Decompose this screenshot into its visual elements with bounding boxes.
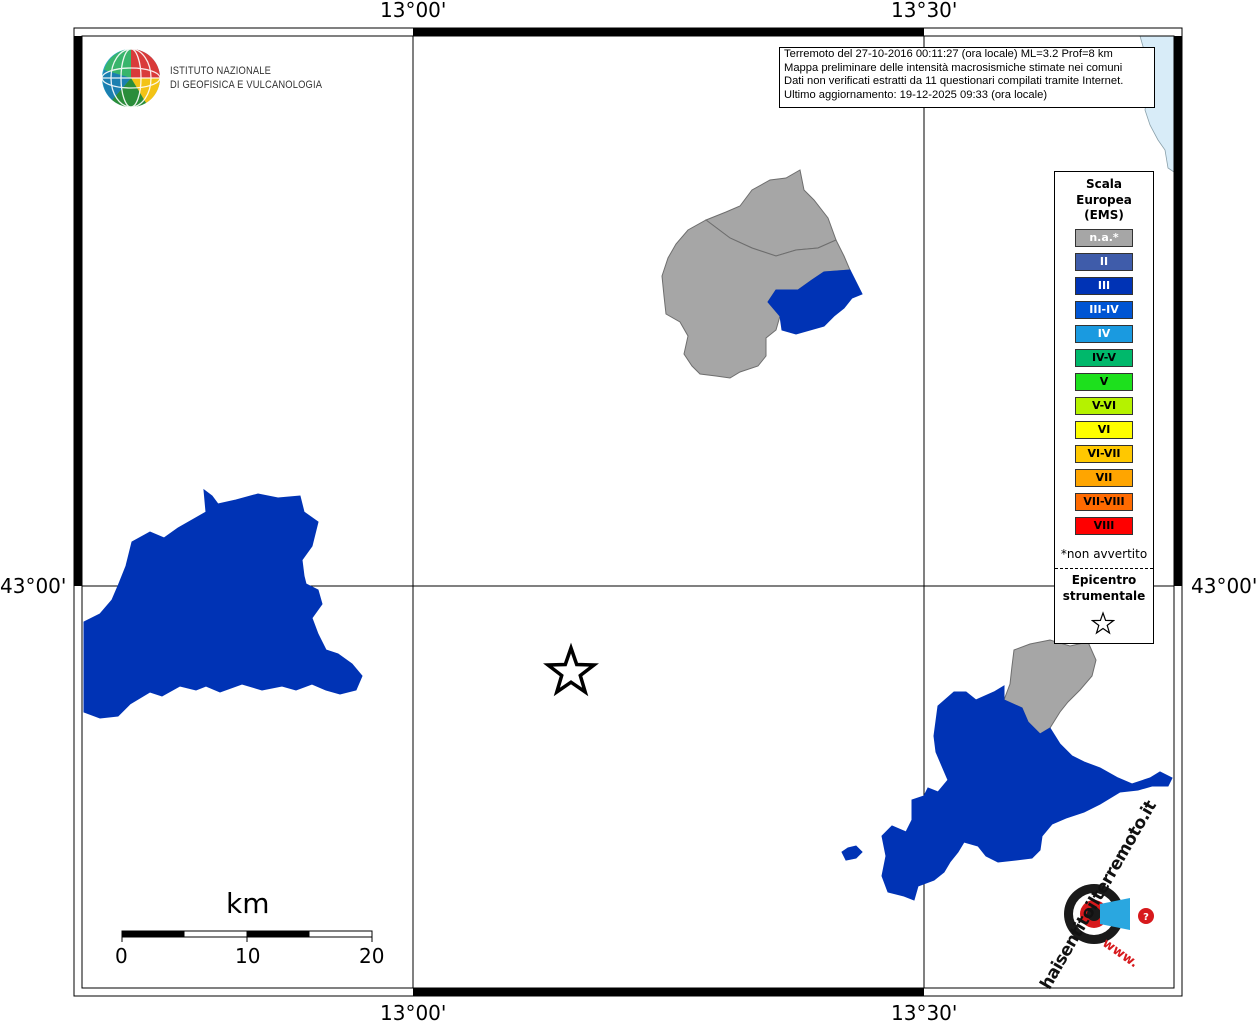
legend-item: VII-VIII — [1075, 493, 1133, 511]
legend-item: VIII — [1075, 517, 1133, 535]
info-line-3: Dati non verificati estratti da 11 quest… — [784, 75, 1124, 88]
ingv-line-1: ISTITUTO NAZIONALE — [170, 65, 272, 77]
scale-tick-10: 10 — [235, 944, 261, 968]
legend-item: IV — [1075, 325, 1133, 343]
legend-item: V-VI — [1075, 397, 1133, 415]
legend-item: III-IV — [1075, 301, 1133, 319]
ingv-line-2: DI GEOFISICA E VULCANOLOGIA — [170, 79, 323, 91]
ems-legend: Scala Europea (EMS) n.a.* II III III-IV IV IV… — [1054, 171, 1154, 644]
legend-title-3: (EMS) — [1084, 208, 1124, 222]
municipality-west-III — [83, 488, 363, 719]
legend-item: VI — [1075, 421, 1133, 439]
epicentre-star-icon — [543, 642, 599, 697]
scale-unit: km — [226, 887, 270, 920]
ingv-logo-text: ISTITUTO NAZIONALE DI GEOFISICA E VULCAN… — [170, 64, 322, 92]
legend-title-1: Scala — [1085, 177, 1123, 191]
legend-title: Scala Europea (EMS) — [1055, 177, 1153, 224]
event-info-box: Terremoto del 27-10-2016 00:11:27 (ora l… — [779, 47, 1155, 108]
scale-tick-0: 0 — [115, 944, 128, 968]
right-latitude: 43°00' — [1191, 574, 1256, 598]
legend-items: n.a.* II III III-IV IV IV-V V V-VI VI VI-VII VII VI… — [1075, 229, 1133, 541]
legend-item: II — [1075, 253, 1133, 271]
legend-item: VI-VII — [1075, 445, 1133, 463]
legend-item: V — [1075, 373, 1133, 391]
svg-text:?: ? — [1143, 912, 1149, 923]
legend-not-felt-note: *non avvertito — [1060, 547, 1148, 561]
frame-block-left — [74, 36, 82, 586]
legend-item: VII — [1075, 469, 1133, 487]
legend-separator — [1055, 568, 1153, 569]
ingv-logo-icon — [101, 48, 161, 108]
bottom-right-longitude: 13°30' — [891, 1001, 958, 1025]
legend-epicentre-2: strumentale — [1062, 589, 1146, 603]
legend-star-icon — [1091, 611, 1115, 635]
frame-block-bottom — [413, 988, 924, 996]
legend-item: III — [1075, 277, 1133, 295]
scale-tick-20: 20 — [359, 944, 385, 968]
top-right-longitude: 13°30' — [891, 0, 958, 22]
frame-block-top — [413, 28, 924, 36]
info-line-2: Mappa preliminare delle intensità macros… — [784, 61, 1123, 74]
scale-bar — [121, 930, 373, 942]
info-line-4: Ultimo aggiornamento: 19-12-2025 09:33 (… — [784, 88, 1048, 101]
legend-epicentre-label: Epicentro strumentale — [1055, 572, 1153, 604]
left-latitude: 43°00' — [0, 574, 67, 598]
legend-item: IV-V — [1075, 349, 1133, 367]
top-left-longitude: 13°00' — [380, 0, 447, 22]
frame-block-right — [1174, 36, 1182, 586]
municipality-islet-III — [841, 845, 863, 861]
legend-epicentre-1: Epicentro — [1071, 573, 1137, 587]
info-line-1: Terremoto del 27-10-2016 00:11:27 (ora l… — [784, 48, 1113, 60]
legend-title-2: Europea — [1076, 192, 1132, 207]
bottom-left-longitude: 13°00' — [380, 1001, 447, 1025]
legend-item: n.a.* — [1075, 229, 1133, 247]
